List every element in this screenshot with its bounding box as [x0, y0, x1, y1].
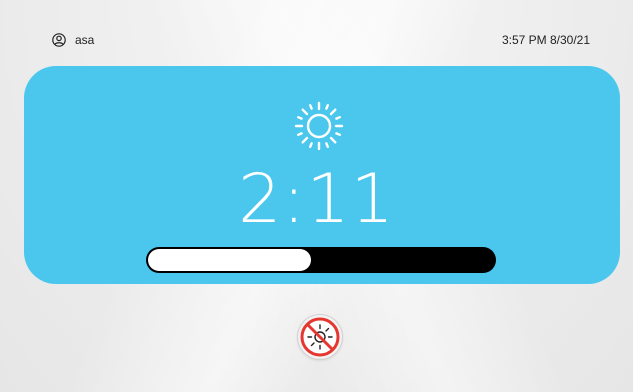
datetime-label: 3:57 PM 8/30/21: [501, 33, 590, 47]
user-circle-icon: [52, 33, 66, 47]
top-bar: asa 3:57 PM 8/30/21: [0, 0, 633, 60]
user-indicator: asa: [52, 33, 94, 47]
app-screen: asa 3:57 PM 8/30/21 2:11: [0, 0, 633, 392]
timer-remaining: 2:11: [238, 160, 395, 239]
no-uv-light-icon: [300, 317, 340, 357]
cancel-uv-button[interactable]: [298, 315, 342, 359]
user-name: asa: [75, 33, 95, 47]
progress-fill: [148, 249, 311, 271]
sun-icon: [293, 100, 345, 152]
progress-bar: [146, 247, 496, 273]
